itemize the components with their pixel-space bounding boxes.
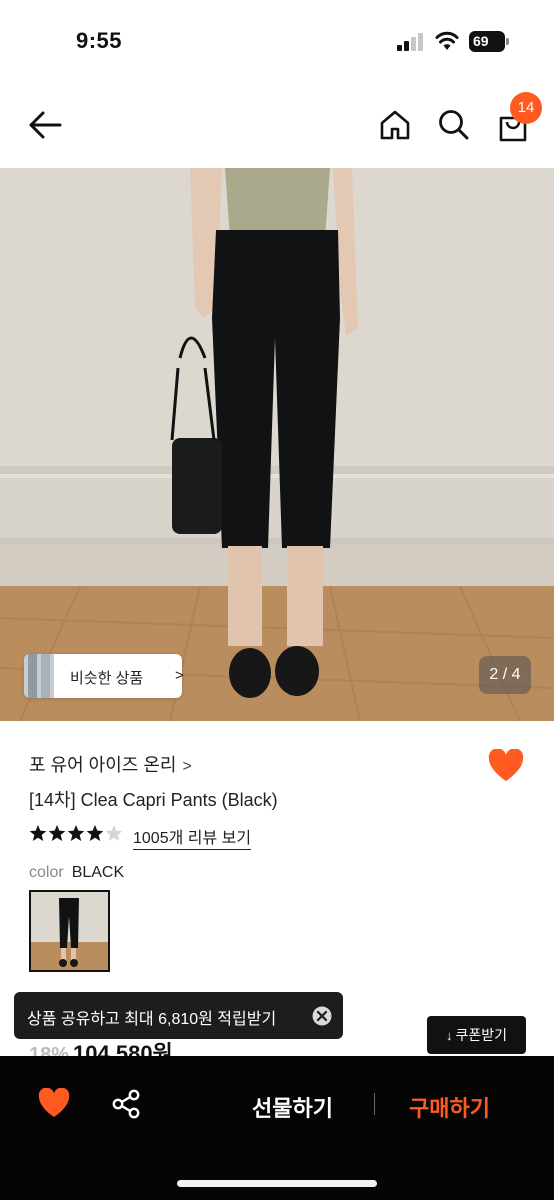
product-title: [14차] Clea Capri Pants (Black) [29, 790, 278, 810]
home-indicator [177, 1180, 377, 1187]
battery-indicator: 69 [469, 31, 509, 52]
status-time: 9:55 [76, 28, 123, 53]
home-icon[interactable] [379, 109, 411, 141]
search-icon[interactable] [437, 108, 469, 140]
nav-header: 14 [0, 84, 554, 168]
brand-name: 포 유어 아이즈 온리 [29, 755, 177, 775]
coupon-label: 쿠폰받기 [455, 1027, 508, 1043]
product-photo [0, 168, 554, 721]
back-arrow-icon[interactable] [28, 110, 62, 140]
similar-products-button[interactable]: 비슷한 상품 > [24, 654, 184, 698]
chevron-right-icon: > [175, 667, 184, 684]
close-icon[interactable] [311, 1005, 333, 1027]
divider [374, 1093, 375, 1115]
review-link[interactable]: 1005개 리뷰 보기 [133, 824, 252, 850]
heart-icon[interactable] [38, 1088, 70, 1118]
buy-button[interactable]: 구매하기 [409, 1091, 490, 1123]
color-value: BLACK [71, 864, 125, 881]
share-icon[interactable] [110, 1088, 142, 1120]
similar-products-thumbnail [24, 654, 54, 698]
download-icon: ↓ [445, 1028, 453, 1043]
battery-cap [506, 38, 509, 45]
heart-icon[interactable] [488, 749, 524, 782]
sale-price: 104,580원 [73, 1041, 173, 1056]
price-row: 18% 104,580원 [29, 1036, 173, 1056]
wifi-icon [435, 31, 459, 50]
similar-products-label: 비슷한 상품 [70, 670, 144, 687]
color-label: color [29, 864, 64, 881]
cart-count-badge: 14 [510, 92, 542, 124]
battery-level: 69 [469, 31, 505, 52]
toast-text: 상품 공유하고 최대 6,810원 적립받기 [27, 1011, 277, 1028]
bottom-action-bar: 선물하기 구매하기 [0, 1056, 554, 1200]
color-option-row: color BLACK [29, 864, 124, 882]
cellular-signal-icon [397, 33, 423, 51]
status-bar: 9:55 69 [0, 0, 554, 84]
discount-rate: 18% [29, 1044, 70, 1056]
chevron-right-icon: > [182, 758, 192, 775]
rating-stars-icon [29, 825, 123, 841]
gift-button[interactable]: 선물하기 [252, 1091, 333, 1123]
share-reward-toast[interactable]: 상품 공유하고 최대 6,810원 적립받기 [14, 992, 343, 1039]
image-counter: 2 / 4 [479, 656, 531, 694]
color-swatch-black[interactable] [29, 890, 110, 972]
product-image[interactable]: 비슷한 상품 > 2 / 4 [0, 168, 554, 721]
coupon-download-button[interactable]: ↓ 쿠폰받기 [427, 1016, 526, 1054]
brand-link[interactable]: 포 유어 아이즈 온리 > [29, 751, 192, 777]
